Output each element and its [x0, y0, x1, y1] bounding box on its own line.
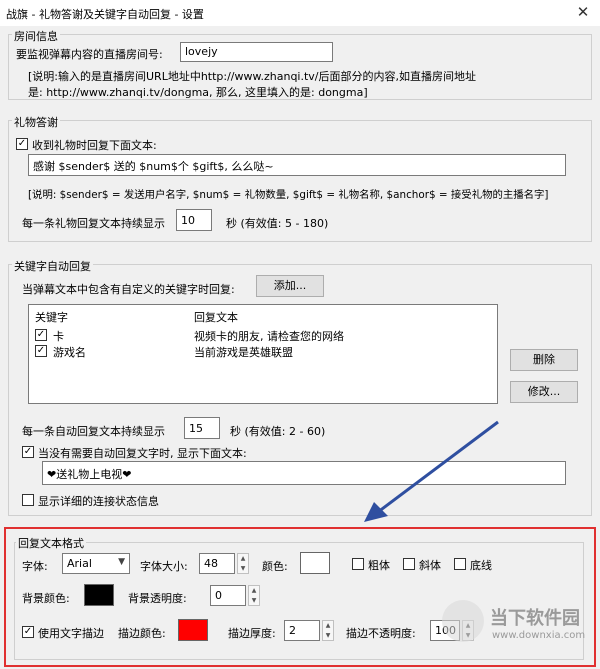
- arrow-shaft: [377, 420, 499, 514]
- chevron-down-icon: ▼: [118, 557, 125, 567]
- table-row[interactable]: ✓ 游戏名 当前游戏是英雄联盟: [31, 343, 495, 359]
- row-keyword: 卡: [53, 330, 64, 343]
- add-keyword-button[interactable]: 添加...: [256, 275, 324, 297]
- gift-duration-unit: 秒 (有效值: 5 - 180): [226, 217, 329, 230]
- bold-checkbox[interactable]: [352, 558, 364, 570]
- room-note-line1: [说明:输入的是直播房间URL地址中http://www.zhanqi.tv/后…: [28, 70, 477, 83]
- font-select-value: Arial: [67, 557, 92, 570]
- step-down-icon[interactable]: ▼: [249, 596, 259, 606]
- close-icon[interactable]: ✕: [574, 3, 592, 21]
- stroke-width-label: 描边厚度:: [228, 627, 276, 640]
- column-header-reply[interactable]: 回复文本: [194, 309, 238, 325]
- title-bar: 战旗 - 礼物答谢及关键字自动回复 - 设置 ✕: [0, 0, 600, 26]
- arrow-head: [364, 502, 388, 522]
- gift-duration-label: 每一条礼物回复文本持续显示: [22, 217, 165, 230]
- row-checkbox[interactable]: ✓: [35, 329, 47, 341]
- italic-label: 斜体: [419, 559, 441, 572]
- room-group-title: 房间信息: [12, 28, 60, 44]
- room-id-label: 要监视弹幕内容的直播房间号:: [16, 48, 163, 61]
- watermark-logo-icon: [442, 600, 484, 642]
- gift-reply-checkbox-label: 收到礼物时回复下面文本:: [32, 139, 157, 152]
- row-reply: 视频卡的朋友, 请检查您的网络: [194, 330, 344, 343]
- room-id-input[interactable]: lovejy: [180, 42, 333, 62]
- keyword-duration-unit: 秒 (有效值: 2 - 60): [230, 425, 326, 438]
- row-keyword: 游戏名: [53, 346, 86, 359]
- keyword-list[interactable]: 关键字 回复文本 ✓ 卡 视频卡的朋友, 请检查您的网络 ✓ 游戏名 当前游戏是…: [28, 304, 498, 404]
- step-up-icon[interactable]: ▲: [238, 554, 248, 564]
- window-title: 战旗 - 礼物答谢及关键字自动回复 - 设置: [6, 8, 204, 21]
- gift-duration-input[interactable]: 10: [176, 209, 212, 231]
- row-checkbox[interactable]: ✓: [35, 345, 47, 357]
- step-up-icon[interactable]: ▲: [323, 621, 333, 631]
- font-select[interactable]: Arial ▼: [62, 553, 130, 574]
- keyword-duration-input[interactable]: 15: [184, 417, 220, 439]
- stroke-alpha-label: 描边不透明度:: [346, 627, 416, 640]
- underline-label: 底线: [470, 559, 492, 572]
- stroke-color-swatch[interactable]: [178, 619, 208, 641]
- watermark-brand: 当下软件园: [490, 608, 580, 629]
- bg-color-label: 背景颜色:: [22, 592, 70, 605]
- edit-keyword-button[interactable]: 修改...: [510, 381, 578, 403]
- font-size-stepper[interactable]: ▲ ▼: [237, 553, 249, 574]
- room-note-line2: 是: http://www.zhanqi.tv/dongma, 那么, 这里填入…: [28, 86, 368, 99]
- step-down-icon[interactable]: ▼: [323, 631, 333, 641]
- annotation-arrow: [364, 420, 499, 522]
- keyword-duration-label: 每一条自动回复文本持续显示: [22, 425, 165, 438]
- format-group-title: 回复文本格式: [16, 535, 86, 551]
- gift-note: [说明: $sender$ = 发送用户名字, $num$ = 礼物数量, $g…: [28, 189, 549, 201]
- keyword-group-title: 关键字自动回复: [12, 258, 93, 274]
- font-label: 字体:: [22, 560, 48, 573]
- gift-group-title: 礼物答谢: [12, 114, 60, 130]
- detail-status-label: 显示详细的连接状态信息: [38, 495, 159, 508]
- gift-reply-checkbox[interactable]: ✓: [16, 138, 28, 150]
- stroke-width-input[interactable]: 2: [284, 620, 320, 641]
- stroke-width-stepper[interactable]: ▲ ▼: [322, 620, 334, 641]
- step-up-icon[interactable]: ▲: [249, 586, 259, 596]
- bold-label: 粗体: [368, 559, 390, 572]
- column-header-keyword[interactable]: 关键字: [35, 309, 68, 325]
- fallback-text-checkbox[interactable]: ✓: [22, 446, 34, 458]
- font-size-label: 字体大小:: [140, 560, 188, 573]
- bg-color-swatch[interactable]: [84, 584, 114, 606]
- table-row[interactable]: ✓ 卡 视频卡的朋友, 请检查您的网络: [31, 327, 495, 343]
- font-size-input[interactable]: 48: [199, 553, 235, 574]
- bg-alpha-input[interactable]: 0: [210, 585, 246, 606]
- italic-checkbox[interactable]: [403, 558, 415, 570]
- row-reply: 当前游戏是英雄联盟: [194, 346, 293, 359]
- underline-checkbox[interactable]: [454, 558, 466, 570]
- bg-alpha-stepper[interactable]: ▲ ▼: [248, 585, 260, 606]
- text-color-swatch[interactable]: [300, 552, 330, 574]
- color-label: 颜色:: [262, 560, 288, 573]
- bg-alpha-label: 背景透明度:: [128, 592, 187, 605]
- watermark-url: www.downxia.com: [492, 630, 586, 641]
- step-down-icon[interactable]: ▼: [238, 564, 248, 574]
- stroke-label: 使用文字描边: [38, 627, 104, 640]
- fallback-text-label: 当没有需要自动回复文字时, 显示下面文本:: [38, 447, 247, 460]
- keyword-prompt: 当弹幕文本中包含有自定义的关键字时回复:: [22, 283, 235, 296]
- gift-reply-text-input[interactable]: 感谢 $sender$ 送的 $num$个 $gift$, 么么哒~: [28, 154, 566, 176]
- stroke-color-label: 描边颜色:: [118, 627, 166, 640]
- stroke-checkbox[interactable]: ✓: [22, 626, 34, 638]
- detail-status-checkbox[interactable]: [22, 494, 34, 506]
- delete-keyword-button[interactable]: 删除: [510, 349, 578, 371]
